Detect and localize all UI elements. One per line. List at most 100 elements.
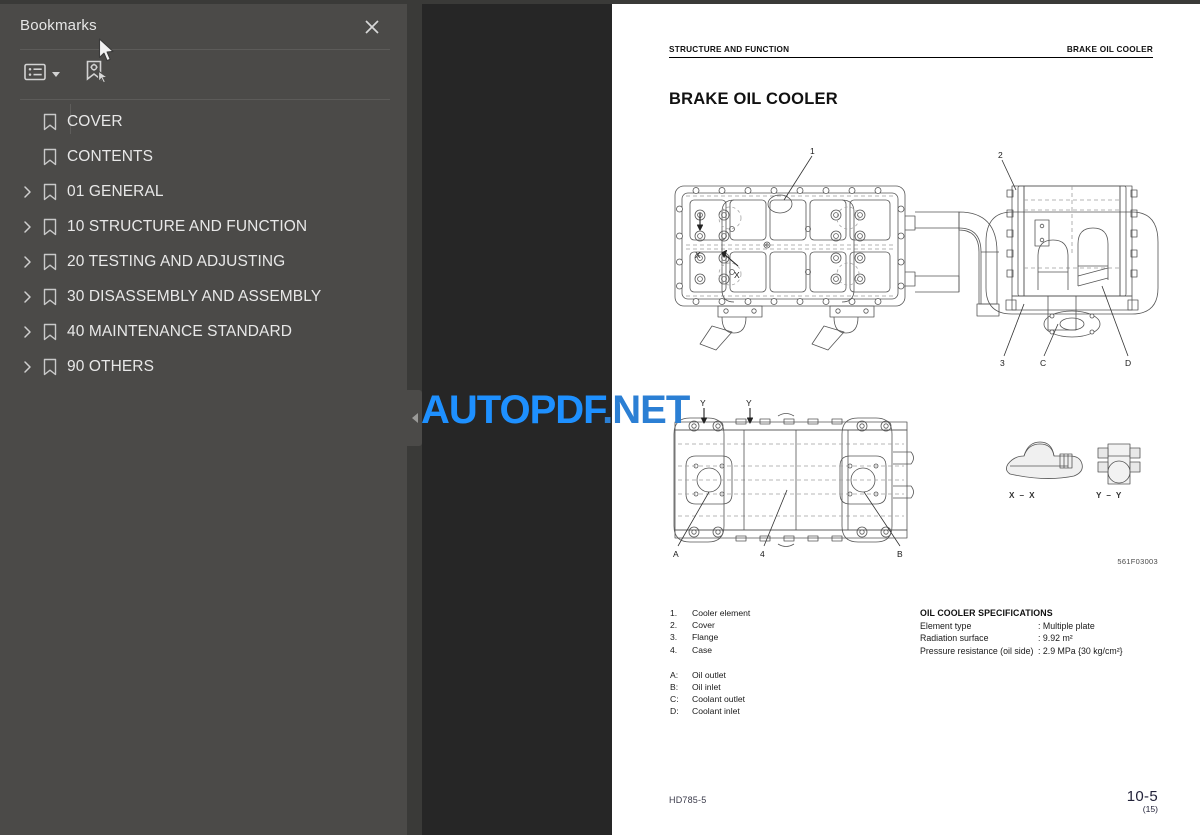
- bookmark-list: COVER CONTENTS 01 GENERAL 10 STRUCTURE AND …: [0, 104, 407, 384]
- legend-row: 2. Cover: [670, 619, 750, 631]
- callout-A: A: [673, 549, 679, 559]
- drawing-end-view: [985, 159, 1159, 357]
- bookmark-item-2[interactable]: 01 GENERAL: [0, 174, 407, 209]
- legend-row: B: Oil inlet: [670, 681, 750, 693]
- spec-row: Element type : Multiple plate: [920, 620, 1170, 632]
- page-number-sub: (15): [1142, 804, 1158, 814]
- page-number: 10-5: [1126, 788, 1158, 805]
- section-label-yy: Y – Y: [1096, 491, 1123, 500]
- legend-row: C: Coolant outlet: [670, 693, 750, 705]
- document-page: STRUCTURE AND FUNCTION BRAKE OIL COOLER …: [612, 4, 1200, 835]
- legend-text: Coolant outlet: [692, 694, 746, 705]
- chevron-right-icon[interactable]: [20, 314, 36, 349]
- running-head-right: BRAKE OIL COOLER: [1066, 45, 1153, 54]
- bookmark-label: 01 GENERAL: [67, 182, 164, 200]
- legend-text: Case: [692, 644, 713, 655]
- legend-text: Oil outlet: [692, 669, 726, 680]
- bookmarks-panel-header: Bookmarks: [0, 4, 407, 49]
- drawing-section-xx: [1006, 441, 1083, 479]
- panel-title: Bookmarks: [20, 17, 97, 34]
- callout-4: 4: [760, 549, 765, 559]
- bookmark-label: 90 OTHERS: [67, 357, 155, 375]
- drawing-section-yy: [1097, 443, 1141, 485]
- section-marker-y-1: Y: [700, 398, 706, 408]
- drawing-number: 561F03003: [1117, 557, 1158, 566]
- legend-row: D: Coolant inlet: [670, 705, 750, 717]
- bookmark-icon: [42, 104, 58, 139]
- bookmark-label: 20 TESTING AND ADJUSTING: [67, 252, 286, 270]
- legend-row: 3. Flange: [670, 631, 750, 643]
- bookmarks-toolbar: [0, 50, 407, 134]
- page-title: BRAKE OIL COOLER: [669, 90, 838, 108]
- pdf-viewer-window: Bookmarks COVER CONTENTS 01 GENERAL 10 S…: [0, 0, 1200, 835]
- callout-C: C: [1040, 358, 1046, 368]
- bookmark-label: COVER: [67, 112, 123, 130]
- spec-value: : 2.9 MPa {30 kg/cm²}: [1038, 645, 1123, 656]
- legend-key: 2.: [670, 620, 678, 631]
- bookmark-icon: [42, 349, 58, 384]
- callout-3: 3: [1000, 358, 1005, 368]
- spec-row: Pressure resistance (oil side) : 2.9 MPa …: [920, 645, 1170, 657]
- bookmark-item-7[interactable]: 90 OTHERS: [0, 349, 407, 384]
- legend-key: B:: [670, 682, 679, 693]
- section-label-xx: X – X: [1009, 491, 1036, 500]
- callout-2: 2: [998, 150, 1003, 160]
- watermark-part1: AUTOPDF: [421, 388, 603, 432]
- legend-text: Cooler element: [692, 608, 751, 618]
- bookmark-item-4[interactable]: 20 TESTING AND ADJUSTING: [0, 244, 407, 279]
- specs-title: OIL COOLER SPECIFICATIONS: [920, 608, 1053, 618]
- legend-text: Coolant inlet: [692, 706, 740, 717]
- running-head-left: STRUCTURE AND FUNCTION: [669, 45, 790, 54]
- chevron-right-icon[interactable]: [20, 349, 36, 384]
- bookmark-item-5[interactable]: 30 DISASSEMBLY AND ASSEMBLY: [0, 279, 407, 314]
- bookmark-icon: [42, 314, 58, 349]
- bookmark-icon: [42, 174, 58, 209]
- callout-D: D: [1125, 358, 1131, 368]
- bookmark-item-6[interactable]: 40 MAINTENANCE STANDARD: [0, 314, 407, 349]
- section-marker-x-1: X: [695, 250, 701, 260]
- callout-B: B: [897, 549, 903, 559]
- chevron-right-icon[interactable]: [20, 279, 36, 314]
- spec-name: Radiation surface: [920, 633, 989, 644]
- legend-key: A:: [670, 669, 679, 680]
- close-icon[interactable]: [361, 16, 383, 38]
- chevron-right-icon[interactable]: [20, 174, 36, 209]
- page-running-head: STRUCTURE AND FUNCTION BRAKE OIL COOLER: [669, 40, 1153, 58]
- toolbar-divider: [20, 99, 390, 100]
- bookmark-label: 10 STRUCTURE AND FUNCTION: [67, 217, 308, 235]
- bookmark-item-3[interactable]: 10 STRUCTURE AND FUNCTION: [0, 209, 407, 244]
- bookmark-item-0[interactable]: COVER: [0, 104, 407, 139]
- section-marker-y-2: Y: [746, 398, 752, 408]
- bookmark-item-1[interactable]: CONTENTS: [0, 139, 407, 174]
- legend-key: D:: [670, 706, 679, 717]
- legend-row: 4. Case: [670, 644, 750, 656]
- legend-key: 1.: [670, 608, 678, 618]
- legend-text: Flange: [692, 632, 719, 643]
- legend-row: A: Oil outlet: [670, 669, 750, 681]
- legend-key: C:: [670, 694, 679, 705]
- spec-row: Radiation surface: 9.92 m²: [920, 632, 1170, 644]
- chevron-right-icon[interactable]: [20, 244, 36, 279]
- spec-name: Pressure resistance (oil side): [920, 645, 1034, 656]
- legend-text: Oil inlet: [692, 682, 721, 693]
- bookmark-label: 40 MAINTENANCE STANDARD: [67, 322, 293, 340]
- chevron-left-icon: [411, 413, 418, 423]
- oil-cooler-specifications: OIL COOLER SPECIFICATIONS Element type : …: [920, 607, 1170, 657]
- drawing-top-view: [674, 155, 1000, 351]
- bookmark-options-button[interactable]: [24, 60, 60, 88]
- bookmarks-panel: Bookmarks COVER CONTENTS 01 GENERAL 10 S…: [0, 4, 407, 835]
- mouse-cursor: [98, 38, 116, 69]
- watermark-part2: .NET: [602, 388, 690, 432]
- bookmark-icon: [42, 139, 58, 174]
- chevron-right-icon[interactable]: [20, 209, 36, 244]
- list-options-icon: [24, 63, 46, 86]
- spec-value: : Multiple plate: [1038, 621, 1095, 631]
- watermark: AUTOPDF.NET: [421, 388, 690, 433]
- bookmark-icon: [42, 279, 58, 314]
- spec-name: Element type: [920, 621, 972, 631]
- collapse-sidebar-handle[interactable]: [407, 390, 422, 446]
- legend-row: 1. Cooler element: [670, 607, 750, 619]
- bookmark-icon: [42, 244, 58, 279]
- chevron-down-icon: [52, 71, 60, 77]
- figure-legend: 1. Cooler element 2. Cover 3. Flange 4. Case A:…: [670, 607, 750, 718]
